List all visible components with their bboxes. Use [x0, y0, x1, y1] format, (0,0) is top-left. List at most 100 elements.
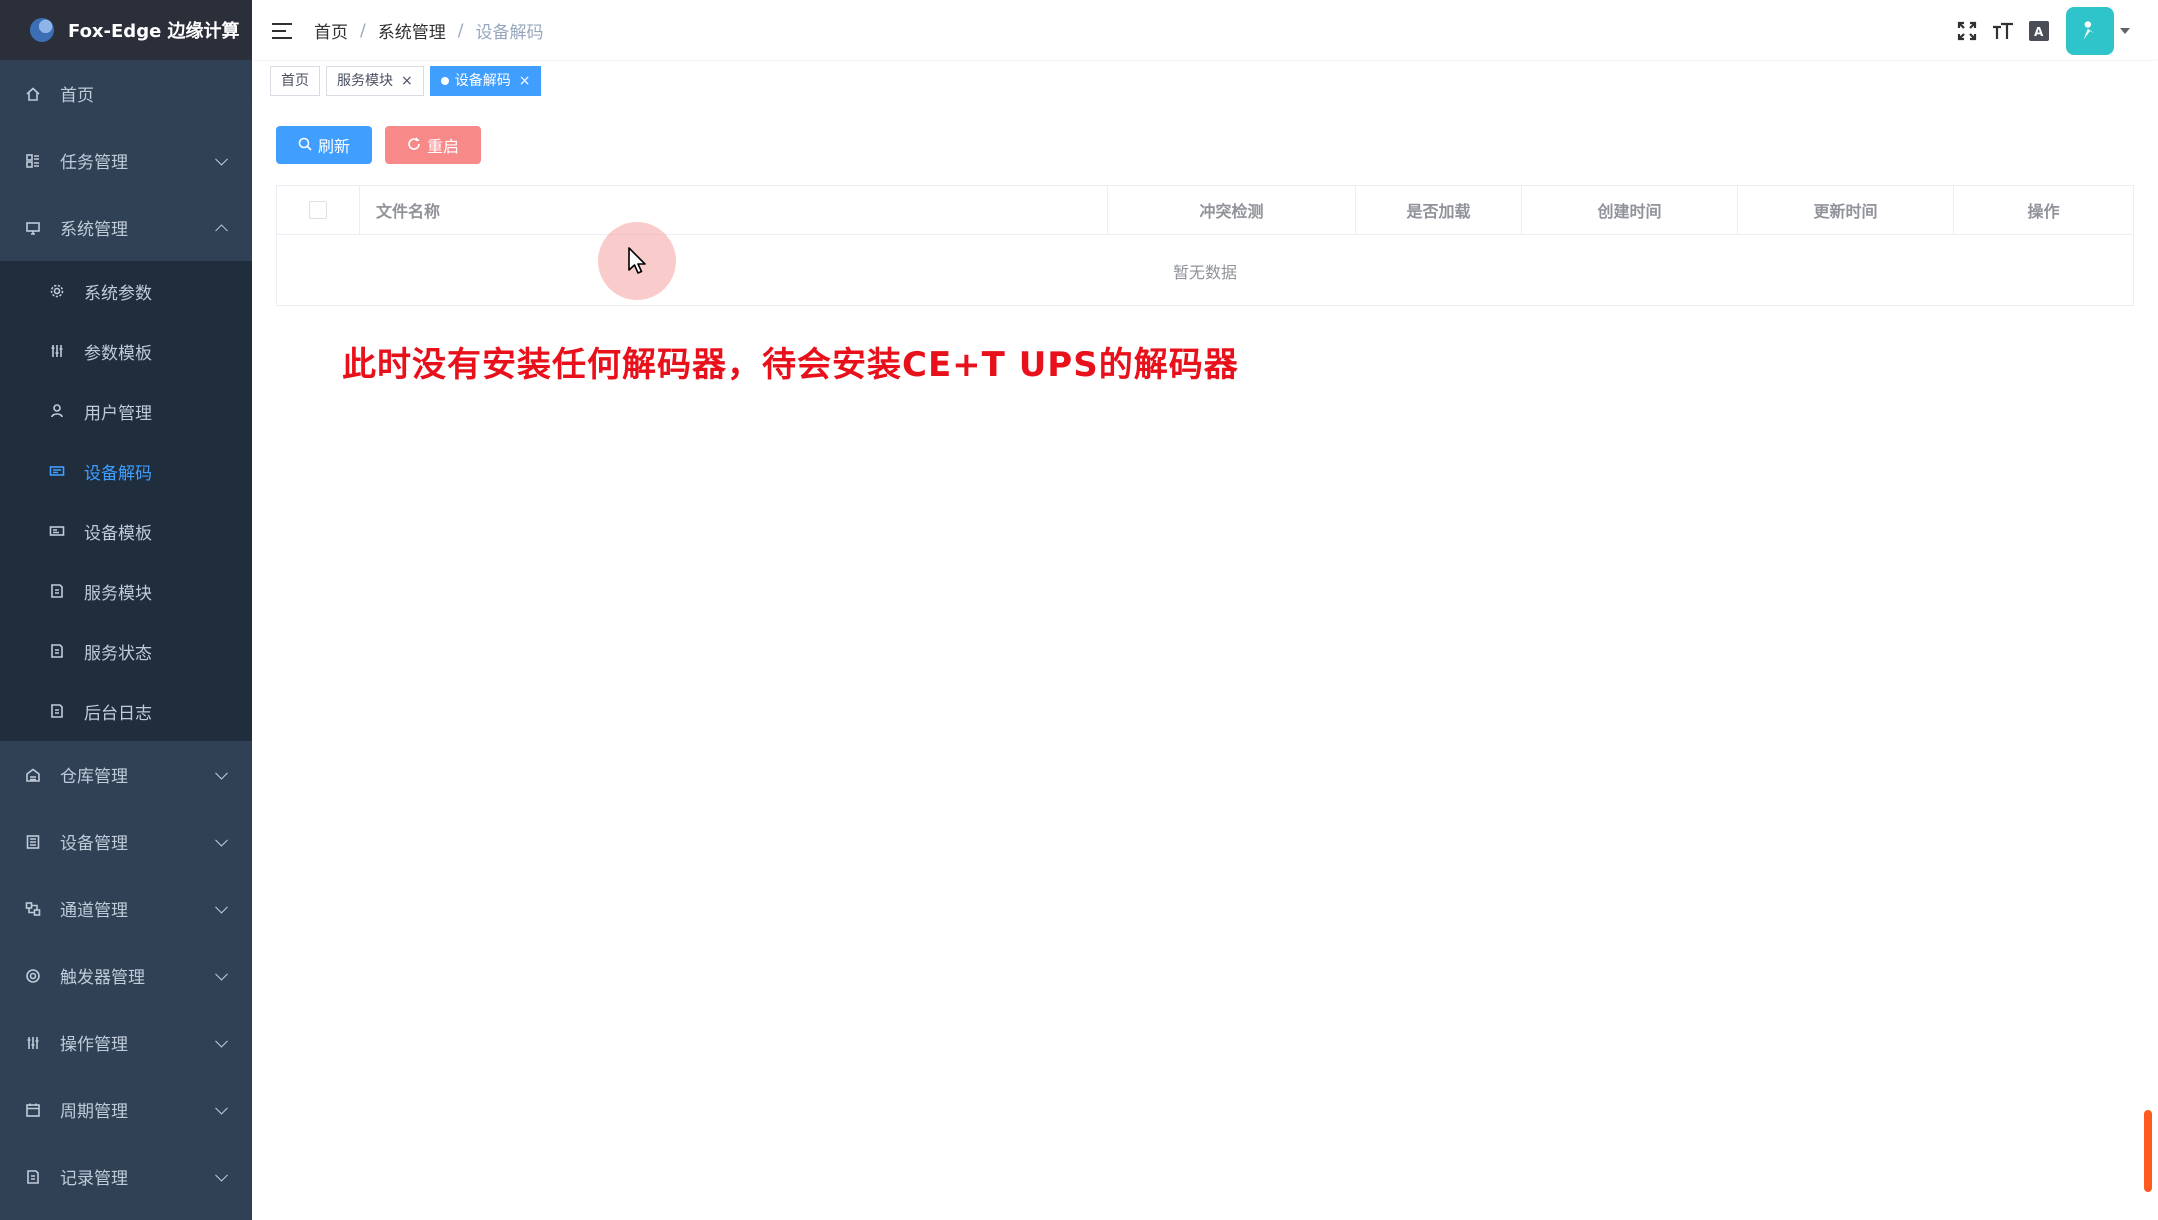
home-icon [24, 85, 42, 103]
breadcrumb-item-home[interactable]: 首页 [314, 18, 348, 43]
tag-label: 设备解码 [454, 73, 511, 89]
sidebar-item-label: 设备管理 [60, 834, 128, 854]
hamburger-menu-icon[interactable] [272, 22, 294, 40]
sidebar-item-label: 触发器管理 [60, 968, 145, 988]
user-avatar[interactable] [2066, 6, 2114, 55]
sidebar-item-system-params[interactable]: 系统参数 [0, 261, 252, 321]
chevron-down-icon [215, 967, 228, 981]
header-tools: A [1944, 0, 2130, 61]
sidebar-item-system[interactable]: 系统管理 [0, 194, 252, 261]
tag-label: 首页 [281, 73, 309, 89]
sidebar-item-task[interactable]: 任务管理 [0, 127, 252, 194]
template-icon [48, 522, 66, 540]
sidebar-item-label: 设备模板 [84, 523, 152, 544]
sidebar-item-operate[interactable]: 操作管理 [0, 1009, 252, 1076]
column-header[interactable]: 更新时间 [1738, 186, 1954, 234]
sidebar-item-period[interactable]: 周期管理 [0, 1076, 252, 1143]
device-icon [24, 833, 42, 851]
chevron-down-icon [215, 833, 228, 847]
column-header[interactable]: 文件名称 [360, 186, 1108, 234]
sidebar-item-record[interactable]: 记录管理 [0, 1143, 252, 1210]
trigger-icon [24, 967, 42, 985]
chevron-down-icon[interactable] [2120, 27, 2130, 34]
refresh-button[interactable]: 刷新 [276, 126, 372, 164]
code-icon [48, 462, 66, 480]
sidebar-item-service-status[interactable]: 服务状态 [0, 621, 252, 681]
sidebar-item-service-module[interactable]: 服务模块 [0, 561, 252, 621]
system-submenu: 系统参数 参数模板 用户管理 设备解码 设备模板 服务模块 服务状态 后台日志 [0, 261, 252, 741]
chevron-down-icon [215, 1101, 228, 1115]
close-icon[interactable]: × [519, 67, 531, 95]
fox-edge-logo-icon [30, 18, 54, 42]
mouse-pointer-icon [628, 247, 646, 274]
sidebar-item-label: 设备解码 [84, 463, 152, 484]
tag-home[interactable]: 首页 [270, 66, 320, 96]
fullscreen-icon[interactable] [1954, 18, 1980, 44]
sidebar-item-label: 后台日志 [84, 703, 152, 724]
select-all-cell [277, 186, 360, 234]
user-icon [48, 402, 66, 420]
sidebar-item-user-management[interactable]: 用户管理 [0, 381, 252, 441]
column-header[interactable]: 是否加载 [1356, 186, 1522, 234]
sidebar-item-param-template[interactable]: 参数模板 [0, 321, 252, 381]
sidebar-item-channel[interactable]: 通道管理 [0, 875, 252, 942]
sidebar-item-label: 操作管理 [60, 1035, 128, 1055]
sidebar-item-label: 周期管理 [60, 1102, 128, 1122]
monitor-icon [24, 219, 42, 237]
sidebar-item-trigger[interactable]: 触发器管理 [0, 942, 252, 1009]
task-icon [24, 152, 42, 170]
column-header[interactable]: 冲突检测 [1108, 186, 1356, 234]
chevron-down-icon [215, 900, 228, 914]
sidebar-item-label: 用户管理 [84, 403, 152, 424]
tag-device-decoder[interactable]: 设备解码 × [429, 66, 542, 96]
app-logo[interactable]: Fox-Edge 边缘计算 [0, 0, 252, 60]
select-all-checkbox[interactable] [309, 201, 327, 219]
sidebar-item-label: 系统参数 [84, 283, 152, 304]
chevron-down-icon [215, 766, 228, 780]
warehouse-icon [24, 766, 42, 784]
column-header[interactable]: 创建时间 [1522, 186, 1738, 234]
search-icon [298, 136, 312, 155]
sidebar-item-label: 参数模板 [84, 343, 152, 364]
record-icon [24, 1168, 42, 1186]
active-dot-icon [440, 77, 449, 85]
tags-view: 首页 服务模块 × 设备解码 × [252, 61, 2158, 102]
module-icon [48, 582, 66, 600]
app-title: Fox-Edge 边缘计算 [68, 21, 240, 42]
svg-text:A: A [2034, 25, 2044, 39]
tutorial-annotation: 此时没有安装任何解码器，待会安装CE+T UPS的解码器 [342, 345, 1239, 385]
close-icon[interactable]: × [401, 67, 413, 95]
scroll-indicator[interactable] [2144, 1110, 2152, 1192]
breadcrumb: 首页 / 系统管理 / 设备解码 [314, 18, 544, 44]
sidebar-item-label: 仓库管理 [60, 767, 128, 787]
breadcrumb-separator: / [360, 20, 366, 41]
restart-button-label: 重启 [426, 137, 459, 156]
tag-label: 服务模块 [337, 73, 393, 89]
sliders-icon [48, 342, 66, 360]
tag-service-module[interactable]: 服务模块 × [326, 66, 424, 96]
font-size-icon[interactable] [1990, 18, 2016, 44]
channel-icon [24, 900, 42, 918]
sidebar-item-device-decoder[interactable]: 设备解码 [0, 441, 252, 501]
sidebar-item-backend-log[interactable]: 后台日志 [0, 681, 252, 741]
restart-button[interactable]: 重启 [385, 126, 481, 164]
sidebar-item-home[interactable]: 首页 [0, 60, 252, 127]
refresh-icon [407, 136, 421, 155]
chevron-up-icon [215, 223, 228, 237]
column-header: 操作 [2027, 202, 2060, 221]
empty-state-text: 暂无数据 [1172, 262, 1237, 282]
sidebar-item-label: 通道管理 [60, 901, 128, 921]
breadcrumb-separator: / [457, 20, 464, 41]
chevron-down-icon [215, 152, 228, 166]
sidebar: Fox-Edge 边缘计算 首页 任务管理 系统管理 系统参数 参数模板 用户管… [0, 0, 252, 1220]
sidebar-item-warehouse[interactable]: 仓库管理 [0, 741, 252, 808]
breadcrumb-item-current: 设备解码 [475, 23, 544, 43]
decoder-table: 文件名称 冲突检测 是否加载 创建时间 更新时间 操作 暂无数据 [276, 185, 2134, 306]
chevron-down-icon [215, 1168, 228, 1182]
sidebar-item-label: 系统管理 [60, 220, 128, 240]
gear-icon [48, 282, 66, 300]
sidebar-item-device-template[interactable]: 设备模板 [0, 501, 252, 561]
breadcrumb-item-system[interactable]: 系统管理 [378, 18, 446, 43]
language-icon[interactable]: A [2026, 18, 2052, 44]
sidebar-item-device[interactable]: 设备管理 [0, 808, 252, 875]
